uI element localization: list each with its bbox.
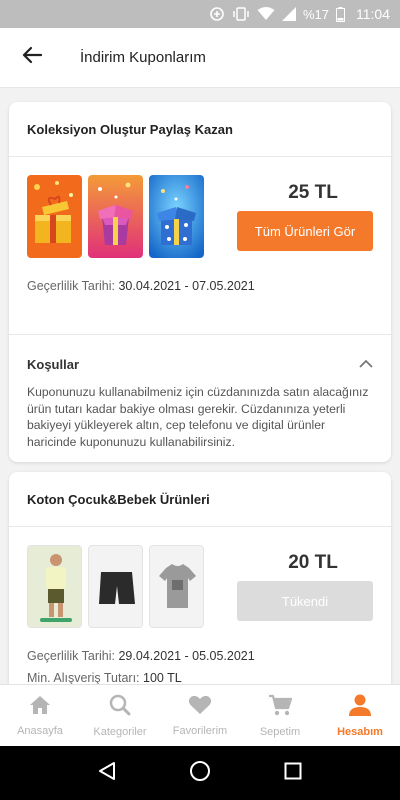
- validity-label: Geçerlilik Tarihi:: [27, 279, 115, 293]
- system-navigation-bar: [0, 746, 400, 800]
- system-home-button[interactable]: [180, 753, 220, 793]
- nav-label: Favorilerim: [172, 725, 228, 737]
- coupon-images: [27, 175, 204, 258]
- coupon-title: Koton Çocuk&Bebek Ürünleri: [9, 472, 391, 527]
- battery-icon: [336, 6, 345, 22]
- square-recents-icon: [284, 762, 302, 785]
- coupon-list[interactable]: Koleksiyon Oluştur Paylaş Kazan 25 TL Tü…: [0, 88, 400, 684]
- nav-item-home[interactable]: Anasayfa: [0, 685, 80, 746]
- status-time: 11:04: [356, 6, 390, 22]
- black-shorts-image: [88, 545, 143, 628]
- status-bar: %17 11:04: [0, 0, 400, 28]
- cart-icon: [268, 694, 293, 721]
- grey-tshirt-image: [149, 545, 204, 628]
- validity-row: Geçerlilik Tarihi: 30.04.2021 - 07.05.20…: [27, 279, 255, 293]
- validity-label: Geçerlilik Tarihi:: [27, 649, 115, 663]
- nav-item-favorites[interactable]: Favorilerim: [160, 685, 240, 746]
- view-all-products-button[interactable]: Tüm Ürünleri Gör: [237, 211, 373, 251]
- system-back-button[interactable]: [87, 753, 127, 793]
- kid-outfit-image: [27, 545, 82, 628]
- coupon-card: Koton Çocuk&Bebek Ürünleri 20 TL Tükendi…: [9, 472, 391, 684]
- home-icon: [29, 695, 51, 720]
- conditions-section: Koşullar Kuponunuzu kullanabilmeniz için…: [9, 334, 391, 450]
- bottom-navigation: Anasayfa Kategoriler Favorilerim Sepetim…: [0, 684, 400, 746]
- nav-item-categories[interactable]: Kategoriler: [80, 685, 160, 746]
- nav-item-cart[interactable]: Sepetim: [240, 685, 320, 746]
- back-button[interactable]: [0, 28, 64, 88]
- min-purchase-value: 100 TL: [143, 671, 182, 684]
- nav-label: Anasayfa: [17, 724, 63, 737]
- signal-icon: [281, 7, 296, 21]
- wifi-icon: [257, 7, 275, 21]
- heart-icon: [188, 694, 212, 720]
- app-header: İndirim Kuponlarım: [0, 28, 400, 88]
- user-icon: [348, 694, 372, 721]
- circle-home-icon: [189, 760, 211, 787]
- nav-label: Kategoriler: [93, 725, 147, 738]
- nav-label: Sepetim: [259, 725, 301, 738]
- coupon-images: [27, 545, 204, 628]
- data-saver-icon: [209, 6, 225, 22]
- triangle-back-icon: [98, 761, 116, 786]
- validity-value: 29.04.2021 - 05.05.2021: [118, 649, 255, 663]
- validity-value: 30.04.2021 - 07.05.2021: [118, 279, 255, 293]
- conditions-label: Koşullar: [27, 356, 80, 372]
- page-title: İndirim Kuponlarım: [80, 49, 206, 66]
- gift-box-pink-image: [88, 175, 143, 258]
- coupon-amount: 25 TL: [288, 182, 338, 203]
- search-icon: [109, 694, 131, 721]
- gift-box-orange-image: [27, 175, 82, 258]
- sold-out-button[interactable]: Tükendi: [237, 581, 373, 621]
- nav-label: Hesabım: [337, 725, 383, 738]
- arrow-left-icon: [22, 46, 43, 69]
- coupon-card: Koleksiyon Oluştur Paylaş Kazan 25 TL Tü…: [9, 102, 391, 462]
- nav-item-account[interactable]: Hesabım: [320, 685, 400, 746]
- conditions-toggle[interactable]: Koşullar: [27, 355, 373, 373]
- validity-row: Geçerlilik Tarihi: 29.04.2021 - 05.05.20…: [27, 649, 255, 663]
- vibrate-icon: [232, 6, 250, 22]
- coupon-title: Koleksiyon Oluştur Paylaş Kazan: [9, 102, 391, 157]
- min-purchase-row: Min. Alışveriş Tutarı: 100 TL: [27, 671, 182, 684]
- conditions-text: Kuponunuzu kullanabilmeniz için cüzdanın…: [27, 385, 369, 449]
- system-recents-button[interactable]: [273, 753, 313, 793]
- battery-percent: %17: [302, 6, 329, 22]
- chevron-up-icon: [359, 355, 373, 373]
- min-purchase-label: Min. Alışveriş Tutarı:: [27, 671, 140, 684]
- coupon-amount: 20 TL: [288, 552, 338, 573]
- gift-box-blue-image: [149, 175, 204, 258]
